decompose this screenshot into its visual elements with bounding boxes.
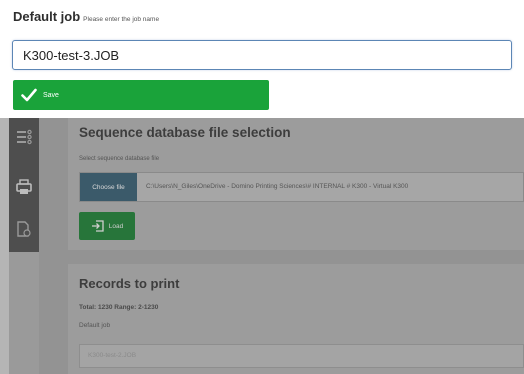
list-icon[interactable] <box>15 128 33 146</box>
save-button[interactable]: Save <box>13 80 269 110</box>
dialog-hint: Please enter the job name <box>83 16 160 23</box>
sequence-section-title: Sequence database file selection <box>79 125 291 140</box>
records-total-range: Total: 1230 Range: 2-1230 <box>79 304 159 311</box>
dialog-title: Default job <box>13 9 81 24</box>
checkmark-icon <box>21 88 37 102</box>
default-job-field[interactable]: K300-test-2.JOB <box>79 344 524 368</box>
save-label: Save <box>43 91 59 99</box>
sidebar <box>9 118 39 252</box>
sequence-section-subtitle: Select sequence database file <box>79 156 160 162</box>
records-section-title: Records to print <box>79 276 180 291</box>
file-picker: Choose file C:\Users\N_Giles\OneDrive - … <box>79 172 524 202</box>
document-settings-icon[interactable] <box>15 220 33 238</box>
sidebar-lower <box>9 252 39 374</box>
printer-icon[interactable] <box>15 178 33 196</box>
file-path-display: C:\Users\N_Giles\OneDrive - Domino Print… <box>146 183 409 190</box>
load-label: Load <box>108 222 124 230</box>
left-edge <box>0 118 9 374</box>
sequence-database-card: Sequence database file selection Select … <box>68 118 524 250</box>
job-name-input[interactable] <box>12 40 512 70</box>
load-icon <box>91 220 104 232</box>
dialog-title-row: Default job Please enter the job name <box>13 9 159 24</box>
load-button[interactable]: Load <box>79 212 135 240</box>
records-card: Records to print Total: 1230 Range: 2-12… <box>68 264 524 374</box>
background-page: Sequence database file selection Select … <box>0 118 524 374</box>
default-job-label: Default job <box>79 322 111 329</box>
choose-file-button[interactable]: Choose file <box>80 173 137 201</box>
